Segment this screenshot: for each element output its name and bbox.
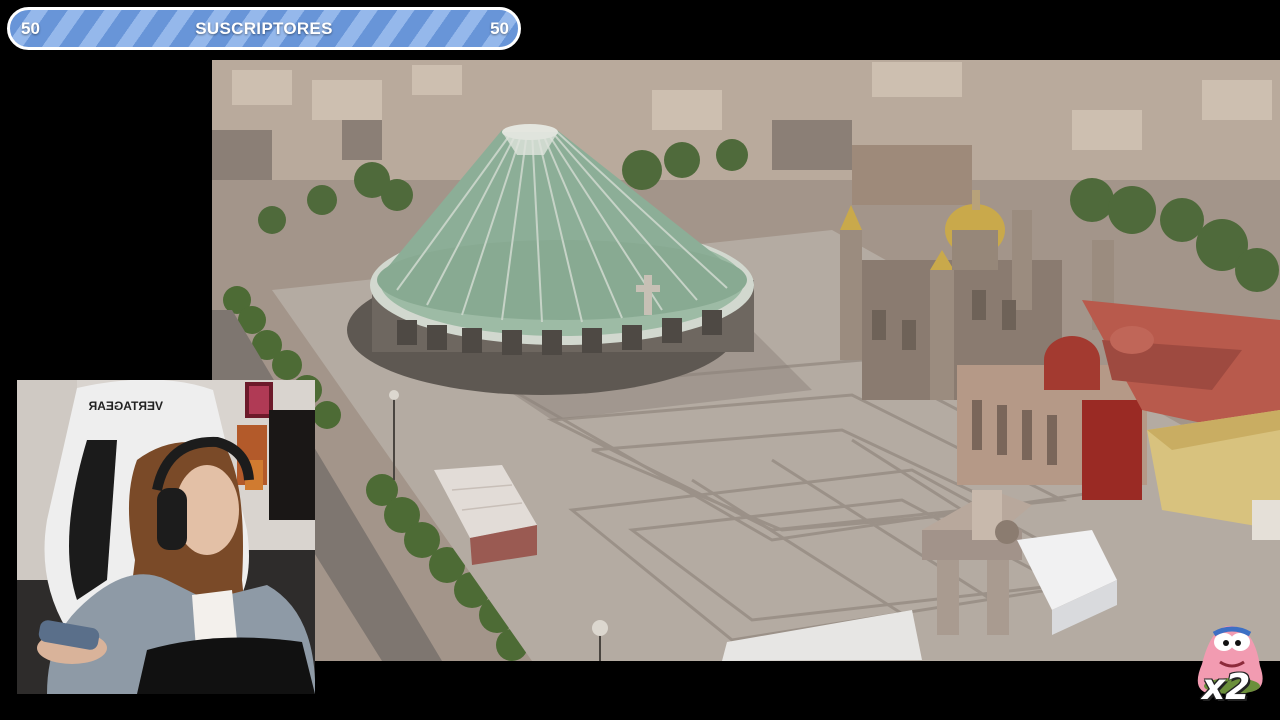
multiplier-label: x2 (1202, 667, 1251, 708)
stream-layout: 50 SUSCRIPTORES 50 VERTAGEAR x2 (0, 0, 1280, 720)
main-video-frame (212, 60, 1280, 661)
streamer-webcam-icon: VERTAGEAR (17, 380, 315, 694)
chair-brand-text: VERTAGEAR (88, 399, 163, 413)
aerial-basilica-scene-icon (212, 60, 1280, 661)
goal-target-count: 50 (490, 19, 509, 38)
webcam-overlay: VERTAGEAR (17, 380, 315, 694)
subscriber-goal-bar: 50 SUSCRIPTORES 50 (7, 7, 521, 50)
goal-label: SUSCRIPTORES (195, 19, 333, 38)
